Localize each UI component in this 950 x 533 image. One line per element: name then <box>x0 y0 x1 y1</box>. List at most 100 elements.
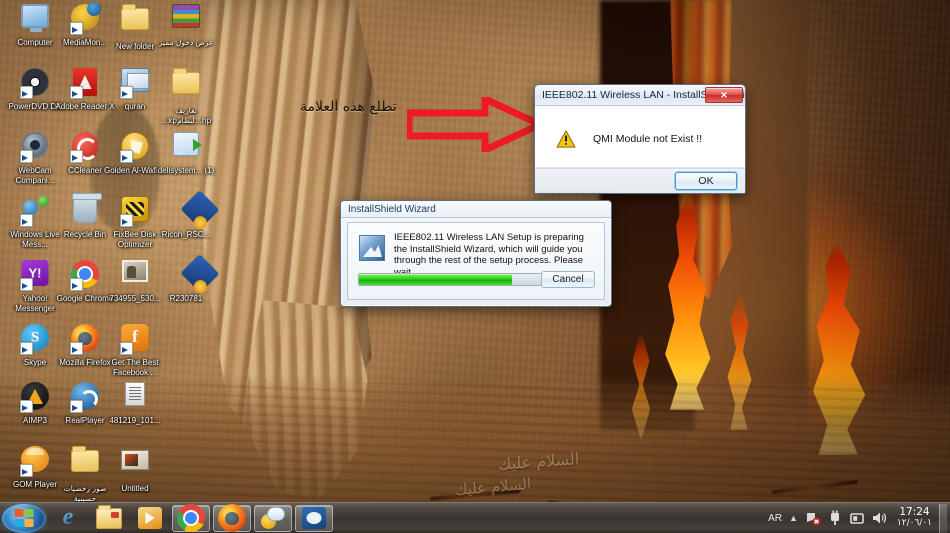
wafi-icon <box>118 132 152 164</box>
ccleaner-icon <box>68 132 102 164</box>
fixbee-icon <box>118 196 152 228</box>
warning-triangle-icon <box>556 130 576 148</box>
icon-art <box>121 324 149 351</box>
icon-art <box>172 68 200 94</box>
icon-art <box>71 2 101 30</box>
icon-art <box>21 446 49 472</box>
clock[interactable]: 17:24 ١٢/٠٦/٠١ <box>897 507 932 529</box>
win-icon <box>169 132 203 164</box>
desktop-icon-7[interactable]: تعاريف hp...لنظامxp... <box>155 68 217 125</box>
icon-art <box>21 196 49 222</box>
close-icon[interactable]: ✕ <box>705 87 743 103</box>
installshield-logo-icon <box>359 235 385 261</box>
media-icon <box>68 2 102 36</box>
winrar-icon <box>169 4 203 36</box>
taskbar-button-internet-explorer[interactable] <box>49 505 87 532</box>
ricoh-icon <box>169 190 220 229</box>
icon-art <box>121 132 149 160</box>
desktop-icon-3[interactable]: عرض دخول مميز <box>155 4 217 48</box>
volume-icon[interactable] <box>871 510 887 526</box>
icon-art <box>71 324 99 352</box>
ok-button[interactable]: OK <box>675 172 737 190</box>
recycle-icon <box>68 193 102 228</box>
installshield-body: IEEE802.11 Wireless LAN Setup is prepari… <box>347 222 605 300</box>
system-tray: AR ▲ 17:24 ١٢/٠٦/٠١ <box>761 503 950 533</box>
annotation-red-arrow <box>407 97 542 152</box>
ricoh-icon <box>169 254 220 293</box>
desktop-icon-label: Untitled <box>121 484 149 493</box>
icon-art <box>71 382 99 410</box>
start-button[interactable] <box>2 503 46 533</box>
msn-icon <box>18 196 52 228</box>
icon-art <box>71 446 99 472</box>
desktop-icon-label: 481219_101... <box>109 416 161 425</box>
desktop-icon-28[interactable]: Untitled <box>104 446 166 494</box>
icon-art <box>121 4 149 30</box>
error-dialog-titlebar[interactable]: IEEE802.11 Wireless LAN - InstallShield … <box>535 85 745 106</box>
desktop-screen: السلام عليك السلام عليك ComputerMediaMon… <box>0 0 950 533</box>
icon-art <box>21 260 49 286</box>
desktop-icon-19[interactable]: R230781 <box>155 254 220 304</box>
icon-art <box>121 68 149 92</box>
network-disconnected-icon[interactable] <box>805 510 821 526</box>
chrome-icon <box>68 260 102 292</box>
windows-media-player-icon <box>138 507 162 529</box>
webcam-icon <box>18 132 52 164</box>
installshield-wizard-window: InstallShield Wizard IEEE802.11 Wireless… <box>340 200 612 307</box>
action-center-flag-icon[interactable] <box>849 510 865 526</box>
folder-icon <box>118 4 152 40</box>
taskbar: AR ▲ 17:24 <box>0 502 950 533</box>
quran-icon <box>118 68 152 100</box>
show-desktop-button[interactable] <box>939 503 947 533</box>
icon-art <box>72 193 102 223</box>
windows-logo-icon <box>14 509 34 527</box>
desktop-icon-label: dellsystem... (1) <box>157 166 215 175</box>
monitor-icon <box>18 4 52 36</box>
realplayer-icon <box>68 382 102 414</box>
photo-icon <box>118 260 152 292</box>
clock-date: ١٢/٠٦/٠١ <box>896 518 932 528</box>
folder-icon <box>169 68 203 104</box>
icon-art <box>22 132 48 158</box>
taskbar-button-messenger-window[interactable] <box>295 504 333 532</box>
error-dialog-footer: OK <box>535 168 745 193</box>
error-dialog-body: QMI Module not Exist !! <box>535 106 745 168</box>
icon-art <box>71 260 99 288</box>
windows-explorer-icon <box>96 504 122 529</box>
icon-art <box>72 132 98 160</box>
icon-art <box>172 4 200 28</box>
google-chrome-icon <box>177 504 205 532</box>
desktop-icon-22[interactable]: Get The Best Facebook ... <box>104 324 166 377</box>
language-indicator[interactable]: AR <box>768 513 782 524</box>
taskbar-button-windows-media-player[interactable] <box>131 505 169 532</box>
aimp-icon <box>18 382 52 414</box>
taskbar-button-mozilla-firefox[interactable] <box>213 504 251 532</box>
taskbar-button-yahoo-messenger[interactable] <box>254 504 292 532</box>
icon-art <box>180 254 220 293</box>
desktop-icon-25[interactable]: 481219_101... <box>104 382 166 426</box>
skype-icon <box>18 324 52 356</box>
mozilla-firefox-icon <box>218 504 246 532</box>
icon-art <box>180 190 220 229</box>
icon-art <box>121 450 149 470</box>
cancel-button[interactable]: Cancel <box>541 271 595 288</box>
desktop-icon-15[interactable]: Ricoh_RSC... <box>155 190 220 240</box>
clock-time: 17:24 <box>899 506 930 518</box>
show-hidden-icons-chevron[interactable]: ▲ <box>789 513 798 523</box>
desktop-icon-label: Get The Best Facebook ... <box>111 358 159 377</box>
power-plug-icon[interactable] <box>827 510 843 526</box>
icon-art <box>125 382 145 406</box>
folder-icon <box>68 446 102 482</box>
internet-explorer-icon <box>56 506 81 530</box>
pdf-icon <box>68 68 102 100</box>
firefox-icon <box>68 324 102 356</box>
desktop-icon-11[interactable]: dellsystem... (1) <box>155 132 217 176</box>
icon-art <box>122 260 148 282</box>
icon-art <box>21 68 49 96</box>
annotation-arabic-text: تطلع هذه العلامة <box>300 99 397 115</box>
error-dialog-window: IEEE802.11 Wireless LAN - InstallShield … <box>534 84 746 194</box>
installshield-title: InstallShield Wizard <box>348 203 436 215</box>
taskbar-button-google-chrome[interactable] <box>172 504 210 532</box>
taskbar-button-windows-explorer[interactable] <box>90 504 128 532</box>
installshield-titlebar[interactable]: InstallShield Wizard <box>341 201 611 218</box>
